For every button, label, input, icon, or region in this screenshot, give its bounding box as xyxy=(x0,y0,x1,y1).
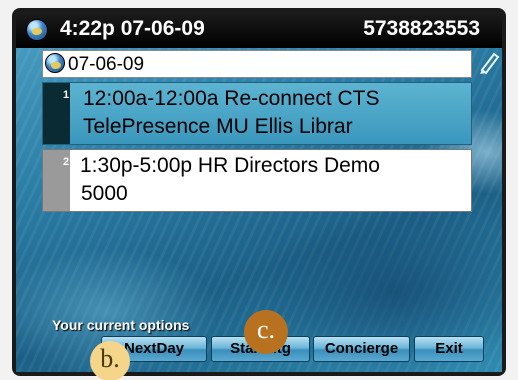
globe-icon xyxy=(45,53,65,73)
entry-line-1: 12:00a-12:00a Re-connect CTS xyxy=(83,87,380,110)
entry-index: 1 xyxy=(63,89,70,101)
pencil-icon xyxy=(480,52,500,75)
phone-number: 5738823553 xyxy=(363,17,480,40)
meeting-entry-1[interactable]: 1 12:00a-12:00a Re-connect CTS TelePrese… xyxy=(42,82,472,145)
time-date: 4:22p 07-06-09 xyxy=(60,17,205,40)
meeting-entry-2[interactable]: 2 1:30p-5:00p HR Directors Demo 5000 xyxy=(42,149,472,212)
entry-line-1: 1:30p-5:00p HR Directors Demo xyxy=(80,154,380,177)
calendar-date: 07-06-09 xyxy=(68,54,145,75)
exit-softkey[interactable]: Exit xyxy=(414,336,484,362)
callout-b: b. xyxy=(90,341,130,380)
entry-index: 2 xyxy=(63,156,70,168)
entry-line-2: TelePresence MU Ellis Librar xyxy=(83,115,353,138)
calendar-date-header: 07-06-09 xyxy=(42,50,472,78)
globe-icon xyxy=(26,19,48,41)
callout-c: c. xyxy=(244,310,288,354)
entry-line-2: 5000 xyxy=(81,182,128,205)
concierge-softkey[interactable]: Concierge xyxy=(313,336,410,362)
options-label: Your current options xyxy=(52,317,190,333)
status-bar: 4:22p 07-06-09 5738823553 xyxy=(16,12,502,48)
